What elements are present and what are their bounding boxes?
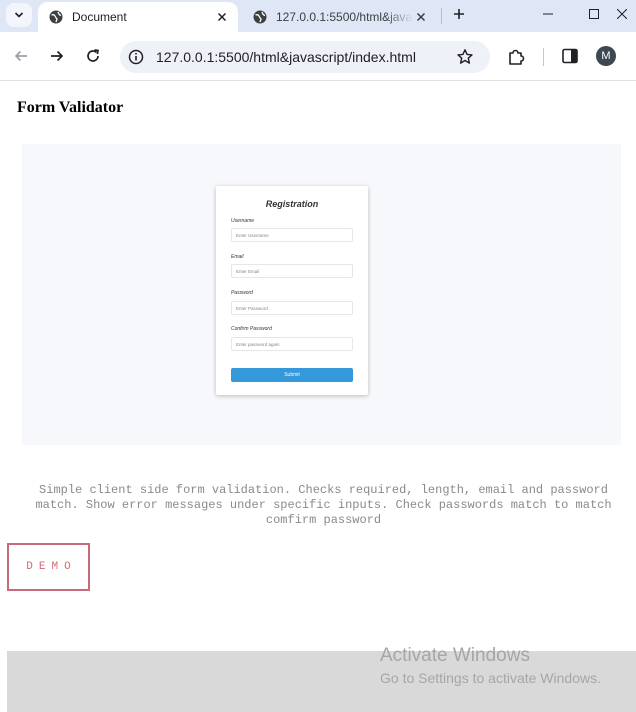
close-tab-icon[interactable] <box>214 9 230 25</box>
project-description: Simple client side form validation. Chec… <box>35 483 612 527</box>
confirm-password-input: Enter password again <box>231 337 353 351</box>
email-input: Enter Email <box>231 264 353 278</box>
watermark-subtitle: Go to Settings to activate Windows. <box>380 670 601 686</box>
tab-title: Document <box>72 10 127 24</box>
reload-icon <box>87 49 99 62</box>
page-title: Form Validator <box>17 99 124 116</box>
activation-watermark: Activate Windows Go to Settings to activ… <box>380 645 601 688</box>
password-input: Enter Password <box>231 301 353 315</box>
new-tab-button[interactable] <box>449 4 469 24</box>
url-text[interactable]: 127.0.0.1:5500/html&javascript/index.htm… <box>156 49 416 65</box>
username-label: Username <box>231 218 255 224</box>
arrow-right-icon <box>51 50 64 62</box>
plus-icon <box>454 9 464 19</box>
registration-card: Registration Username Enter Username Ema… <box>216 186 368 395</box>
minimize-icon <box>543 13 553 15</box>
close-window-button[interactable] <box>617 0 636 28</box>
side-panel-icon[interactable] <box>561 47 579 65</box>
maximize-button[interactable] <box>571 0 617 28</box>
tab-search-button[interactable] <box>6 3 32 27</box>
globe-icon <box>253 10 267 24</box>
back-button[interactable] <box>9 44 33 68</box>
minimize-button[interactable] <box>525 0 571 28</box>
demo-button[interactable]: DEMO <box>7 543 90 591</box>
tab-strip: Document 127.0.0.1:5500/html&javascript <box>0 0 636 32</box>
address-bar[interactable]: 127.0.0.1:5500/html&javascript/index.htm… <box>120 41 490 73</box>
forward-button[interactable] <box>45 44 69 68</box>
form-preview-image: Registration Username Enter Username Ema… <box>22 144 621 445</box>
username-input: Enter Username <box>231 228 353 242</box>
tab-title: 127.0.0.1:5500/html&javascript <box>276 10 413 24</box>
arrow-left-icon <box>14 50 27 62</box>
globe-icon <box>49 10 63 24</box>
email-label: Email <box>231 254 244 260</box>
bookmark-star-icon[interactable] <box>456 48 474 66</box>
close-icon <box>617 9 627 19</box>
tab-separator <box>441 8 442 24</box>
toolbar-divider <box>543 48 544 66</box>
site-info-icon[interactable] <box>128 49 144 65</box>
tab-document[interactable]: Document <box>38 2 238 32</box>
browser-toolbar: 127.0.0.1:5500/html&javascript/index.htm… <box>0 32 636 81</box>
watermark-title: Activate Windows <box>380 645 530 666</box>
chevron-down-icon <box>14 12 24 18</box>
confirm-password-label: Confirm Password <box>231 326 272 332</box>
extensions-puzzle-icon[interactable] <box>506 45 528 67</box>
registration-heading: Registration <box>265 199 319 209</box>
tab-localhost[interactable]: 127.0.0.1:5500/html&javascript <box>242 2 437 32</box>
reload-button[interactable] <box>81 44 105 68</box>
maximize-icon <box>589 9 599 19</box>
profile-avatar[interactable]: M <box>596 46 616 66</box>
close-tab-icon[interactable] <box>413 9 429 25</box>
password-label: Password <box>231 290 253 296</box>
submit-button: Submit <box>231 368 353 382</box>
